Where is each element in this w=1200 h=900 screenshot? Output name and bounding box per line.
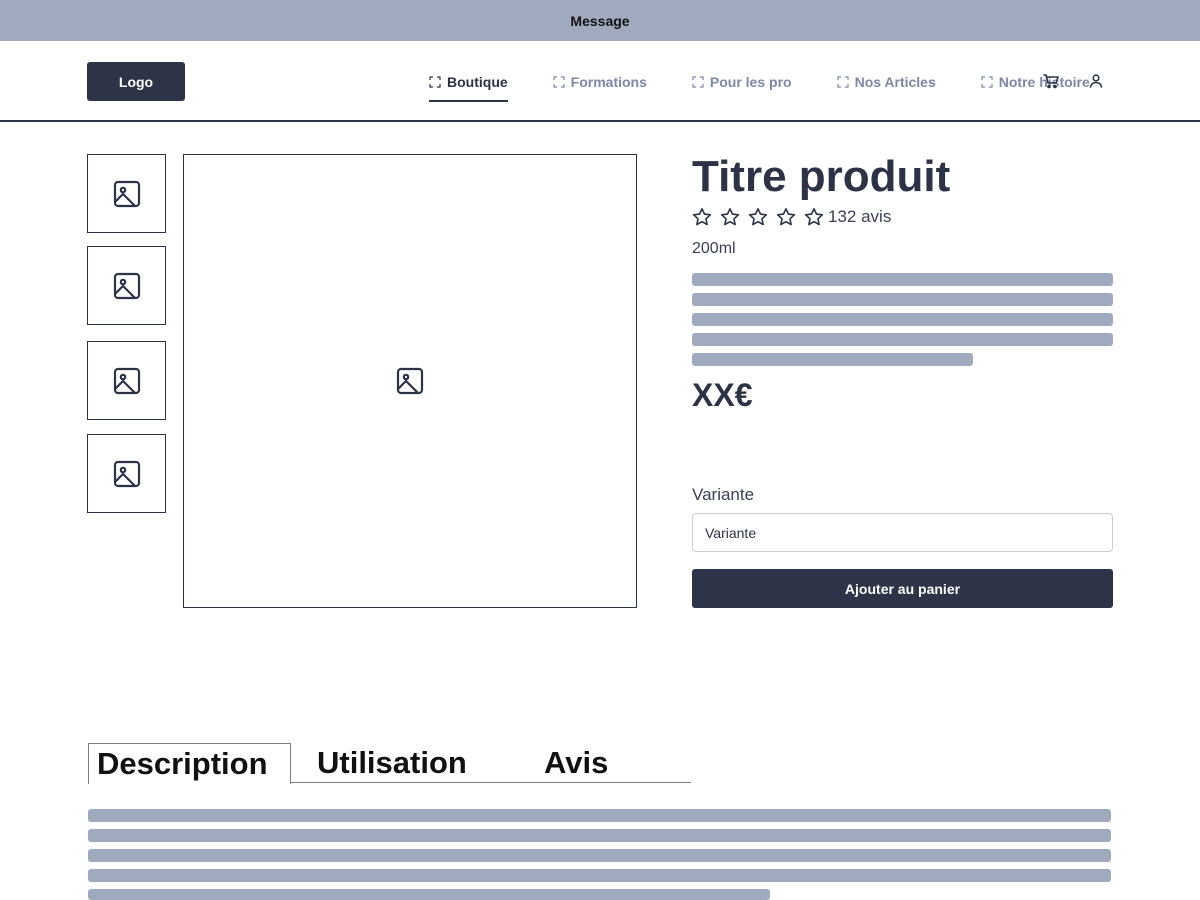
frame-icon	[429, 76, 441, 88]
thumbnail-1[interactable]	[87, 154, 166, 233]
frame-icon	[981, 76, 993, 88]
product-title: Titre produit	[692, 152, 951, 201]
logo-button[interactable]: Logo	[87, 62, 185, 101]
thumbnail-2[interactable]	[87, 246, 166, 325]
tab-description[interactable]: Description	[88, 743, 291, 784]
product-price: XX€	[692, 377, 753, 413]
user-icon[interactable]	[1087, 72, 1105, 90]
description-placeholder-line	[692, 333, 1113, 346]
nav-item-formations[interactable]: Formations	[544, 62, 656, 102]
logo-label: Logo	[118, 73, 154, 90]
image-icon	[113, 272, 140, 299]
tab-label: Description	[97, 746, 268, 781]
image-icon	[113, 180, 140, 207]
message-bar: Message	[0, 0, 1200, 41]
rating[interactable]: 132 avis	[692, 206, 891, 228]
tab-avis[interactable]: Avis	[544, 743, 608, 783]
nav-label: Boutique	[447, 74, 508, 90]
tab-utilisation[interactable]: Utilisation	[317, 743, 467, 783]
frame-icon	[836, 76, 849, 88]
description-placeholder-line	[692, 353, 973, 366]
cart-icon[interactable]	[1042, 72, 1060, 90]
variant-value: Variante	[705, 524, 757, 541]
nav-label: Formations	[570, 74, 647, 90]
product-tabs: Description Utilisation Avis	[88, 743, 691, 784]
star-outline-icon	[692, 208, 712, 226]
tab-content-placeholder-line	[88, 869, 1111, 882]
tab-label: Utilisation	[317, 745, 467, 780]
image-icon	[113, 460, 140, 487]
tab-label: Avis	[544, 745, 609, 780]
variant-label: Variante	[692, 485, 755, 504]
nav-item-nos-articles[interactable]: Nos Articles	[828, 62, 945, 102]
variant-select[interactable]: Variante	[692, 513, 1113, 552]
main-nav: Boutique Formations Pour les pro Nos Art…	[420, 62, 1126, 102]
nav-item-boutique[interactable]: Boutique	[420, 62, 517, 102]
product-volume: 200ml	[692, 240, 736, 257]
tab-content-placeholder-line	[88, 809, 1111, 822]
site-header: Logo Boutique Formations Pour les pro No…	[0, 41, 1200, 122]
nav-item-notre-histoire[interactable]: Notre histoire	[972, 62, 1099, 102]
star-outline-icon	[804, 208, 824, 226]
frame-icon	[692, 76, 704, 88]
add-to-cart-button[interactable]: Ajouter au panier	[692, 569, 1113, 608]
nav-label: Nos Articles	[854, 74, 936, 90]
nav-item-pour-les-pro[interactable]: Pour les pro	[683, 62, 801, 102]
add-to-cart-label: Ajouter au panier	[844, 580, 961, 597]
tab-content-placeholder-line	[88, 829, 1111, 842]
star-outline-icon	[776, 208, 796, 226]
review-count: 132 avis	[828, 207, 892, 226]
thumbnail-4[interactable]	[87, 434, 166, 513]
image-icon	[396, 367, 424, 395]
image-icon	[113, 367, 140, 394]
description-placeholder-line	[692, 313, 1113, 326]
description-placeholder-line	[692, 273, 1113, 286]
frame-icon	[553, 76, 565, 88]
tab-content-placeholder-line	[88, 849, 1111, 862]
thumbnail-3[interactable]	[87, 341, 166, 420]
tab-content-placeholder-line	[88, 889, 770, 900]
message-text: Message	[570, 12, 630, 29]
description-placeholder-line	[692, 293, 1113, 306]
star-outline-icon	[720, 208, 740, 226]
star-outline-icon	[748, 208, 768, 226]
main-product-image	[183, 154, 637, 608]
nav-label: Pour les pro	[709, 74, 792, 90]
